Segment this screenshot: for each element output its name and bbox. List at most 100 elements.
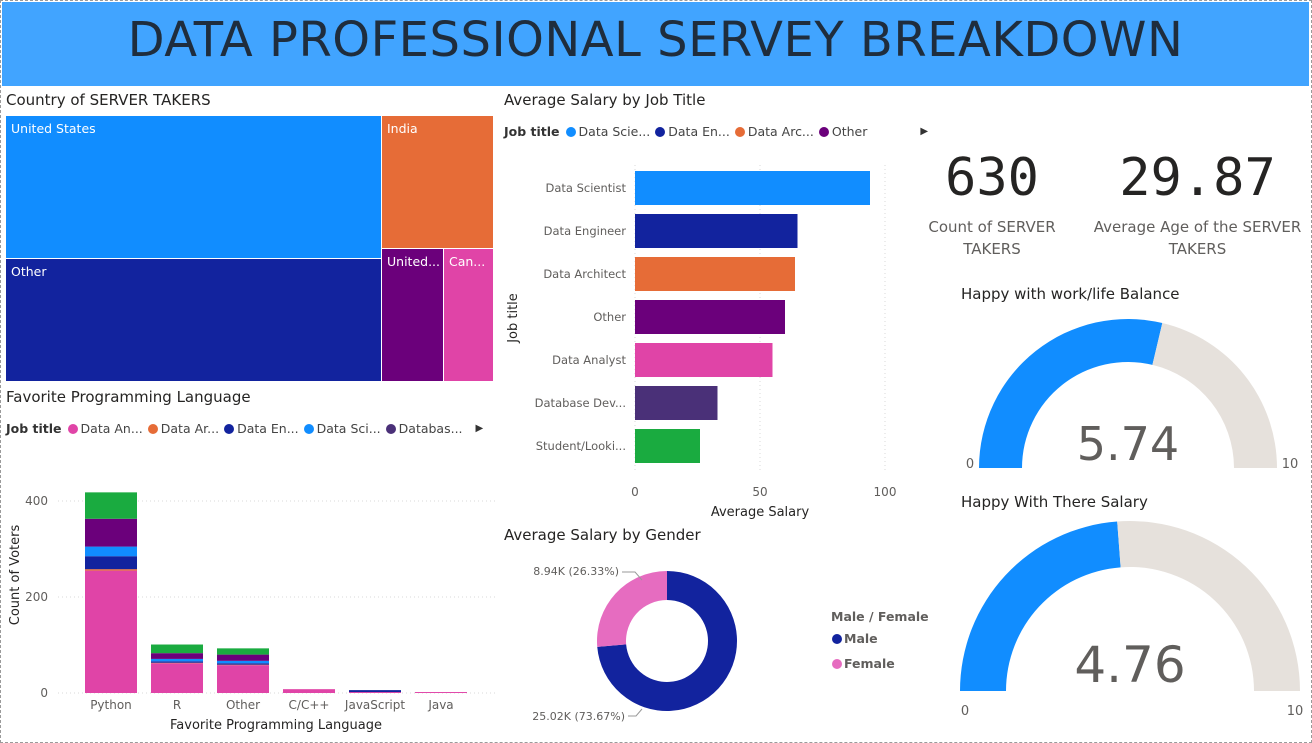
bar-segment <box>151 663 203 693</box>
data-label: 25.02K (73.67%) <box>532 710 625 723</box>
legend-label: Data Scie... <box>578 124 651 139</box>
legend-label: Data En... <box>668 124 730 139</box>
salary-by-gender-donut: 8.94K (26.33%) 25.02K (73.67%) Male / Fema… <box>532 565 929 723</box>
x-axis-title: Favorite Programming Language <box>170 718 382 733</box>
legend-label: Data Arc... <box>747 124 814 139</box>
bar <box>635 257 795 291</box>
treemap-cell-united-kingdom[interactable]: United... <box>382 249 443 381</box>
legend-dot <box>565 126 576 137</box>
treemap-cell-label: Other <box>11 264 47 279</box>
legend-item[interactable]: Other <box>818 124 867 139</box>
legend-label: Male <box>844 631 878 646</box>
x-tick-label: 0 <box>631 485 639 499</box>
x-tick-label: 50 <box>752 485 767 499</box>
legend-title: Job title <box>6 421 62 436</box>
salary-by-job-bar-chart: 0 50 100 Data Scientist Data Engineer Data Ar… <box>506 165 897 520</box>
y-tick-label: Student/Looki... <box>536 439 626 453</box>
bar-segment <box>151 644 203 654</box>
kpi-age-label: Average Age of the SERVER TAKERS <box>1090 216 1305 260</box>
bar-segment <box>151 658 203 662</box>
bar <box>635 300 785 334</box>
gauge-max-label: 10 <box>1287 704 1304 719</box>
treemap-cell-label: United... <box>387 254 440 269</box>
legend-label: Female <box>844 656 895 671</box>
bar-segment <box>217 665 269 693</box>
kpi-age-value: 29.87 <box>1119 148 1276 208</box>
x-tick-label: R <box>173 698 181 712</box>
gauge-value: 5.74 <box>1077 417 1179 471</box>
gauge-salary-title: Happy With There Salary <box>961 493 1148 511</box>
bar <box>635 214 798 248</box>
legend-item[interactable]: Data An... <box>67 421 143 436</box>
legend-item[interactable]: Databas... <box>385 421 463 436</box>
y-tick-label: 0 <box>40 686 48 700</box>
legend-item[interactable]: Data Arc... <box>734 124 814 139</box>
y-axis-title: Job title <box>506 293 521 344</box>
treemap-cell-other[interactable]: Other <box>6 259 381 381</box>
legend-label: Databas... <box>398 421 463 436</box>
legend-label: Data An... <box>80 421 143 436</box>
legend-dot <box>655 126 666 137</box>
treemap-cell-label: United States <box>11 121 96 136</box>
gauge-min-label: 0 <box>961 704 969 719</box>
legend-dot <box>224 423 235 434</box>
x-axis-title: Average Salary <box>711 505 810 520</box>
bar-segment <box>151 661 203 663</box>
legend-item[interactable]: Data Scie... <box>565 124 651 139</box>
y-tick-label: Data Engineer <box>544 224 627 238</box>
worklife-gauge: 5.74 0 10 <box>966 318 1298 472</box>
y-tick-label: Data Architect <box>543 267 626 281</box>
bar-segment <box>415 692 467 693</box>
bar-segment <box>217 660 269 664</box>
legend-dot <box>67 423 78 434</box>
kpi-count-value: 630 <box>945 148 1039 208</box>
treemap-cell-india[interactable]: India <box>382 116 493 248</box>
kpi-label-line: TAKERS <box>1168 240 1227 258</box>
y-axis-title: Count of Voters <box>8 525 23 626</box>
lang-chart-title: Favorite Programming Language <box>6 388 251 406</box>
bar <box>635 171 870 205</box>
bar-segment <box>349 692 401 693</box>
data-label: 8.94K (26.33%) <box>533 565 619 578</box>
gauge-value: 4.76 <box>1074 636 1185 694</box>
y-tick-label: Other <box>593 310 626 324</box>
legend-next-arrow-icon[interactable]: ▶ <box>476 423 484 434</box>
bar <box>635 386 718 420</box>
kpi-count-label: Count of SERVER TAKERS <box>912 216 1072 260</box>
bar-segment <box>151 653 203 659</box>
legend-item[interactable]: Data En... <box>224 421 299 436</box>
treemap-title: Country of SERVER TAKERS <box>6 91 211 109</box>
x-tick-label: Other <box>226 698 260 712</box>
legend-item[interactable]: Data En... <box>655 124 730 139</box>
x-tick-label: Java <box>427 698 453 712</box>
treemap-cell-canada[interactable]: Can... <box>444 249 493 381</box>
legend-item[interactable]: Data Ar... <box>147 421 220 436</box>
x-tick-label: JavaScript <box>344 698 405 712</box>
treemap-cell-united-states[interactable]: United States <box>6 116 381 258</box>
bar <box>635 429 700 463</box>
bar-segment <box>217 648 269 655</box>
y-tick-label: Data Scientist <box>546 181 627 195</box>
lang-stacked-bar-chart: 0 200 400 Python R Other C/C++ JavaScript Java Fa… <box>8 492 495 733</box>
job-legend: Job title Data Scie... Data En... Data A… <box>504 124 928 139</box>
bar-segment <box>85 492 137 519</box>
legend-label: Data En... <box>237 421 299 436</box>
bar-segment <box>349 690 401 693</box>
bar-segment <box>85 570 137 693</box>
bar-segment <box>85 518 137 547</box>
legend-title: Male / Female <box>831 609 929 624</box>
donut-slice <box>597 571 667 647</box>
salary-job-title: Average Salary by Job Title <box>504 91 706 109</box>
legend-next-arrow-icon[interactable]: ▶ <box>920 126 928 137</box>
title-banner: DATA PROFESSIONAL SERVEY BREAKDOWN <box>2 2 1309 86</box>
y-tick-label: Data Analyst <box>552 353 626 367</box>
legend-item[interactable]: Data Sci... <box>303 421 381 436</box>
legend-dot <box>385 423 396 434</box>
legend-label: Data Ar... <box>160 421 220 436</box>
x-tick-label: 100 <box>874 485 897 499</box>
salary-happiness-gauge: 4.76 0 10 <box>960 521 1304 719</box>
legend-dot <box>147 423 158 434</box>
x-tick-label: Python <box>90 698 132 712</box>
y-tick-label: Database Dev... <box>535 396 626 410</box>
gauge-worklife-title: Happy with work/life Balance <box>961 285 1180 303</box>
